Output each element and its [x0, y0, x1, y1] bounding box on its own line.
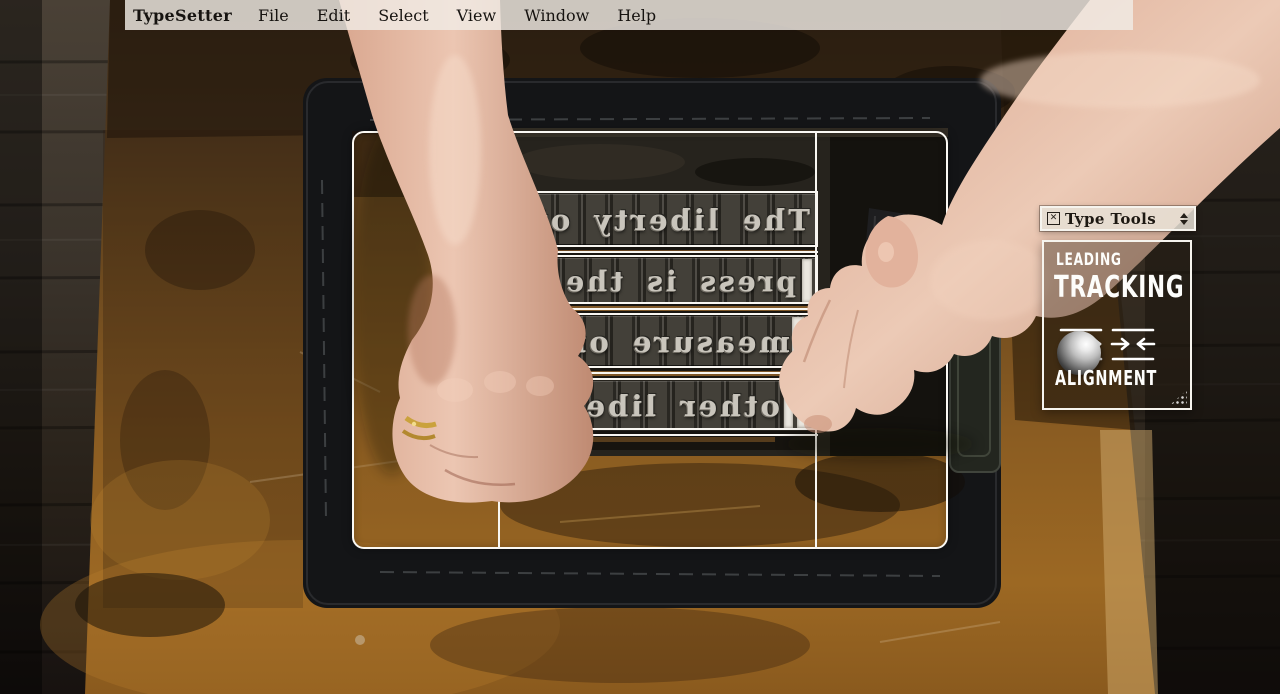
type-tools-panel: LEADING TRACKING ALIGNMENT: [1042, 240, 1192, 410]
tool-option-alignment[interactable]: ALIGNMENT: [1055, 366, 1197, 390]
menu-file[interactable]: File: [258, 4, 289, 27]
collapse-chevrons-icon[interactable]: [1180, 213, 1188, 225]
resize-grip-icon[interactable]: [1170, 390, 1187, 405]
leading-label: LEADING: [1056, 250, 1122, 270]
menu-select[interactable]: Select: [378, 4, 428, 27]
tracking-contract-icon[interactable]: [1110, 328, 1156, 362]
tool-option-tracking[interactable]: TRACKING: [1054, 270, 1235, 305]
type-tools-panel-header[interactable]: ✕ Type Tools: [1040, 206, 1196, 231]
document-frame-guide: [352, 131, 948, 549]
alignment-label: ALIGNMENT: [1055, 366, 1157, 390]
type-tools-title: Type Tools: [1065, 210, 1156, 228]
tracking-label: TRACKING: [1054, 270, 1184, 305]
menu-view[interactable]: View: [457, 4, 497, 27]
close-box-icon[interactable]: ✕: [1047, 212, 1060, 225]
menu-edit[interactable]: Edit: [317, 4, 350, 27]
app-menu[interactable]: TypeSetter: [133, 4, 232, 27]
typesetter-app-window: The liberty of the press is the true mea…: [0, 0, 1280, 694]
menu-window[interactable]: Window: [524, 4, 589, 27]
tool-option-leading[interactable]: LEADING: [1056, 250, 1147, 270]
clamp-bar: [950, 238, 1000, 472]
menu-bar: TypeSetter File Edit Select View Window …: [125, 0, 1133, 30]
menu-help[interactable]: Help: [617, 4, 656, 27]
